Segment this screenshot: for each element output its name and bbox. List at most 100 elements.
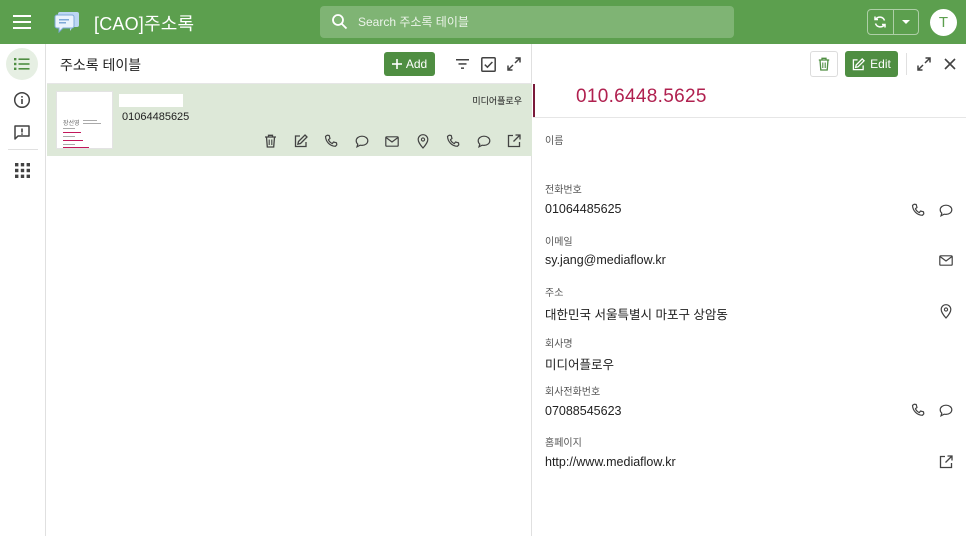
menu-button[interactable] bbox=[8, 8, 36, 36]
row-sms-button[interactable] bbox=[353, 132, 371, 150]
close-detail-button[interactable] bbox=[940, 54, 960, 74]
field-value: sy.jang@mediaflow.kr bbox=[545, 253, 666, 267]
edit-icon bbox=[294, 134, 308, 148]
field-actions bbox=[937, 453, 955, 471]
field-label: 이메일 bbox=[545, 237, 573, 248]
rail-divider bbox=[8, 149, 38, 150]
mail-icon bbox=[385, 135, 399, 147]
field-value: 07088545623 bbox=[545, 404, 622, 418]
chat-bubble-icon bbox=[355, 135, 369, 148]
row-name-field bbox=[119, 94, 183, 107]
app-logo-icon bbox=[54, 9, 80, 35]
hamburger-icon bbox=[13, 15, 31, 29]
field-value: 대한민국 서울특별시 마포구 상암동 bbox=[545, 308, 728, 322]
row-email-button[interactable] bbox=[383, 132, 401, 150]
field-label: 홈페이지 bbox=[545, 438, 582, 449]
app-title: [CAO]주소록 bbox=[94, 14, 195, 34]
card-thumb-line bbox=[63, 140, 83, 141]
expand-detail-button[interactable] bbox=[914, 54, 934, 74]
detail-toolbar: Edit bbox=[533, 44, 966, 84]
card-thumb-line bbox=[83, 120, 97, 121]
sms-company-button[interactable] bbox=[937, 401, 955, 419]
delete-button[interactable] bbox=[810, 51, 838, 77]
table-header: 주소록 테이블 Add bbox=[47, 44, 532, 84]
app-header: [CAO]주소록 T bbox=[0, 0, 966, 44]
field-label: 회사전화번호 bbox=[545, 387, 601, 398]
card-thumb-line bbox=[63, 144, 75, 145]
field-homepage: 홈페이지 http://www.mediaflow.kr bbox=[545, 434, 955, 474]
email-button[interactable] bbox=[937, 251, 955, 269]
user-avatar[interactable]: T bbox=[930, 9, 957, 36]
sync-options-dropdown[interactable] bbox=[892, 10, 918, 34]
table-panel: 주소록 테이블 Add 장선영 01064485625 미디어플로우 bbox=[47, 44, 532, 536]
edit-button-label: Edit bbox=[870, 57, 891, 71]
call-company-button[interactable] bbox=[909, 401, 927, 419]
external-link-icon bbox=[507, 134, 521, 148]
field-address: 주소 대한민국 서울특별시 마포구 상암동 bbox=[545, 284, 955, 324]
table-row[interactable]: 장선영 01064485625 미디어플로우 bbox=[47, 84, 532, 156]
expand-icon bbox=[507, 57, 521, 71]
rail-item-apps[interactable] bbox=[6, 154, 38, 186]
chat-bubble-icon bbox=[939, 204, 953, 217]
field-label: 주소 bbox=[545, 288, 564, 299]
list-icon bbox=[14, 57, 30, 71]
row-edit-button[interactable] bbox=[292, 132, 310, 150]
field-actions bbox=[909, 401, 955, 419]
external-link-icon bbox=[939, 455, 953, 469]
toolbar-divider bbox=[906, 53, 907, 75]
rail-item-feedback[interactable] bbox=[6, 117, 38, 149]
field-value: 01064485625 bbox=[545, 202, 622, 216]
add-button-label: Add bbox=[405, 57, 428, 71]
field-label: 회사명 bbox=[545, 339, 573, 350]
row-call-company-button[interactable] bbox=[444, 132, 462, 150]
sync-button[interactable] bbox=[868, 10, 893, 34]
expand-list-button[interactable] bbox=[504, 54, 524, 74]
row-open-website-button[interactable] bbox=[505, 132, 523, 150]
sync-button-group bbox=[867, 9, 919, 35]
add-button[interactable]: Add bbox=[384, 52, 435, 76]
business-card-thumbnail: 장선영 bbox=[56, 91, 113, 149]
field-value: http://www.mediaflow.kr bbox=[545, 455, 676, 469]
row-sms-company-button[interactable] bbox=[475, 132, 493, 150]
phone-icon bbox=[324, 134, 338, 148]
phone-icon bbox=[911, 203, 925, 217]
field-actions bbox=[937, 251, 955, 269]
map-button[interactable] bbox=[937, 302, 955, 320]
search-box[interactable] bbox=[320, 6, 734, 38]
feedback-icon bbox=[13, 124, 31, 142]
row-phone: 01064485625 bbox=[122, 111, 190, 123]
card-thumb-line bbox=[63, 132, 81, 133]
trash-icon bbox=[264, 134, 277, 148]
trash-icon bbox=[818, 57, 830, 71]
filter-button[interactable] bbox=[452, 54, 472, 74]
sync-icon bbox=[873, 15, 887, 29]
search-input[interactable] bbox=[358, 6, 728, 38]
field-actions bbox=[909, 201, 955, 219]
side-rail bbox=[0, 44, 46, 536]
card-phone-text: 010.6448.5625 bbox=[576, 86, 707, 107]
chat-bubble-icon bbox=[939, 404, 953, 417]
rail-item-list[interactable] bbox=[6, 48, 38, 80]
card-thumb-line bbox=[83, 123, 101, 124]
expand-icon bbox=[917, 57, 931, 71]
card-edge bbox=[533, 84, 535, 117]
row-delete-button[interactable] bbox=[261, 132, 279, 150]
open-website-button[interactable] bbox=[937, 453, 955, 471]
edit-button[interactable]: Edit bbox=[845, 51, 898, 77]
filter-icon bbox=[455, 59, 469, 69]
checkbox-icon bbox=[480, 56, 496, 72]
search-icon bbox=[331, 13, 348, 30]
row-call-button[interactable] bbox=[322, 132, 340, 150]
card-thumb-line bbox=[63, 136, 75, 137]
field-label: 이름 bbox=[545, 136, 564, 147]
business-card-image: 010.6448.5625 bbox=[533, 84, 966, 118]
close-icon bbox=[944, 58, 956, 70]
edit-icon bbox=[852, 57, 866, 71]
field-actions bbox=[937, 302, 955, 320]
row-map-button[interactable] bbox=[414, 132, 432, 150]
rail-item-info[interactable] bbox=[6, 84, 38, 116]
call-button[interactable] bbox=[909, 201, 927, 219]
caret-down-icon bbox=[901, 19, 911, 25]
sms-button[interactable] bbox=[937, 201, 955, 219]
select-mode-button[interactable] bbox=[478, 54, 498, 74]
